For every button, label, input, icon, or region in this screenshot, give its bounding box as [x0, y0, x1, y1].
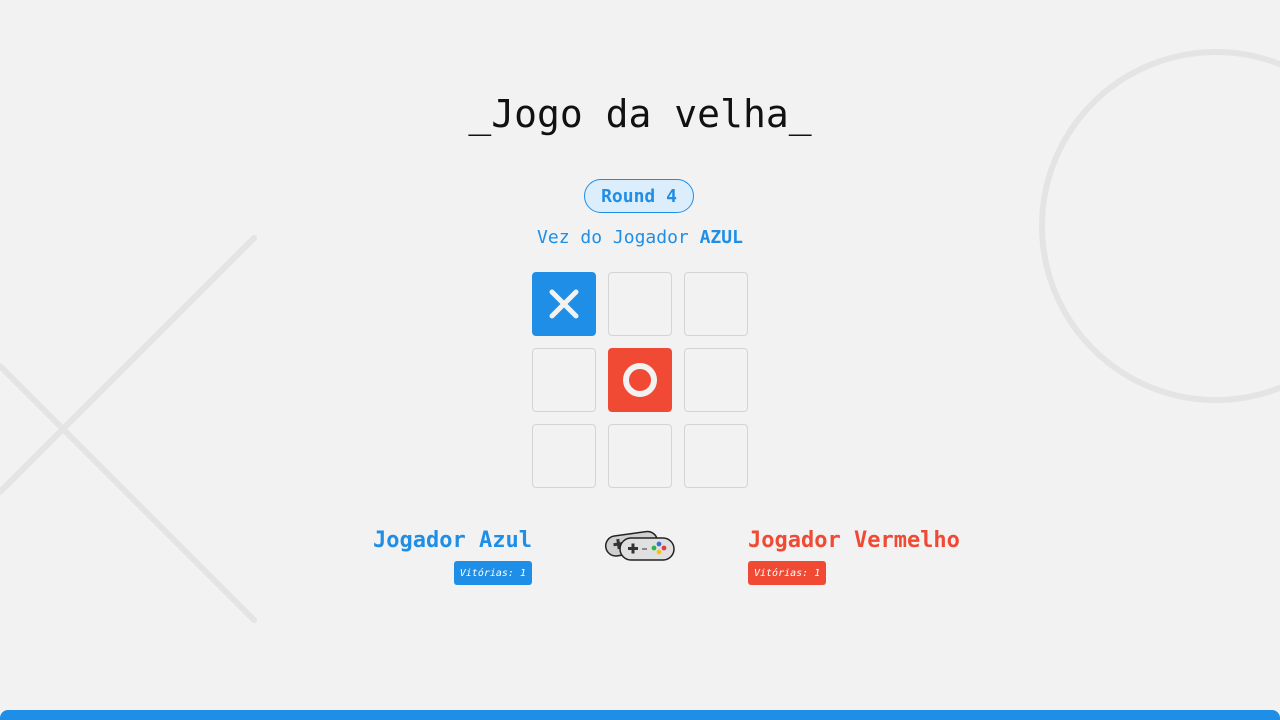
turn-prefix: Vez do Jogador	[537, 227, 689, 248]
page-title: _Jogo da velha_	[468, 92, 812, 136]
board-cell-0[interactable]	[532, 272, 596, 336]
game-board	[532, 272, 748, 488]
turn-indicator: Vez do Jogador AZUL	[0, 227, 1280, 248]
game-controller-icon	[604, 530, 675, 561]
board-cell-4[interactable]	[608, 348, 672, 412]
board-cell-6[interactable]	[532, 424, 596, 488]
player-red-wins: Vitórias: 1	[748, 561, 827, 585]
board-cell-5[interactable]	[684, 348, 748, 412]
board-cell-7[interactable]	[608, 424, 672, 488]
bottom-bar	[0, 710, 1280, 720]
x-mark-icon	[549, 289, 579, 319]
board-cell-3[interactable]	[532, 348, 596, 412]
round-badge: Round 4	[584, 179, 694, 213]
turn-player: AZUL	[699, 227, 743, 248]
board-cell-8[interactable]	[684, 424, 748, 488]
o-mark-icon	[623, 363, 657, 397]
player-red-name: Jogador Vermelho	[748, 528, 960, 553]
player-blue-wins: Vitórias: 1	[453, 561, 532, 585]
player-blue-name: Jogador Azul	[373, 528, 532, 553]
board-cell-2[interactable]	[684, 272, 748, 336]
board-cell-1[interactable]	[608, 272, 672, 336]
